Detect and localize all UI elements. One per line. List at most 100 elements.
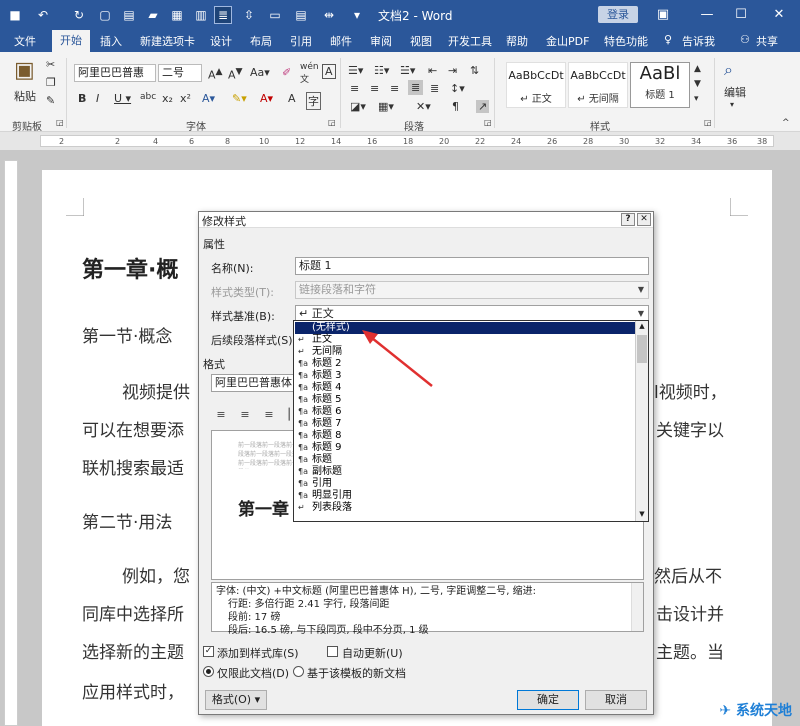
multilevel-icon[interactable]: ☱▾ [400,64,415,77]
char-border-icon[interactable]: A [322,64,336,79]
dropdown-item[interactable]: ↵ 正文 [298,334,332,346]
share-button[interactable]: 共享 [756,33,778,49]
dropdown-item[interactable]: ¶a 副标题 [298,466,342,478]
align-center-icon[interactable]: ≡ [370,82,379,95]
columns-icon[interactable]: ⇹ [320,6,338,24]
paste-icon[interactable]: ▤ [292,6,310,24]
phonetic-guide-icon[interactable]: wén 文 [300,62,319,85]
table-icon[interactable]: ▥ [192,6,210,24]
spacing-icon[interactable]: ⇳ [240,6,258,24]
based-on-dropdown-list[interactable]: (无样式) ↵ 正文 ↵ 无间隔 ¶a 标题 2 ¶a 标题 3 ¶a 标题 4 ¶a 标题… [293,320,649,522]
format-painter-icon[interactable]: ✎ [46,94,55,107]
font-select[interactable]: 阿里巴巴普惠体 [211,374,299,392]
dialog-close-icon[interactable]: ✕ [637,213,651,226]
tab-mailings[interactable]: 邮件 [330,33,352,49]
editing-dropdown-icon[interactable]: ▾ [730,100,734,109]
cut-icon[interactable]: ✂ [46,58,55,71]
superscript-icon[interactable]: x² [180,92,191,105]
styles-launcher-icon[interactable]: ◲ [704,118,712,127]
tab-new[interactable]: 新建选项卡 [140,33,195,49]
find-icon[interactable]: ⌕ [724,60,733,80]
layout-icon[interactable]: ▭ [266,6,284,24]
dropdown-item[interactable]: ¶a 标题 3 [298,370,342,382]
close-icon[interactable]: ✕ [770,6,788,24]
font-size-combo[interactable]: 二号 [158,64,202,82]
subscript-icon[interactable]: x₂ [162,92,173,105]
only-doc-radio[interactable] [203,666,214,677]
tab-tellme[interactable]: 告诉我 [682,33,715,49]
justify-icon[interactable]: ≣ [408,80,424,95]
tab-home[interactable]: 开始 [52,30,90,52]
customize-icon[interactable]: ▾ [348,6,366,24]
maximize-icon[interactable]: ☐ [732,6,750,24]
scroll-down-icon[interactable]: ▼ [637,510,647,520]
align-right-icon[interactable]: ≡ [390,82,399,95]
new-docs-radio[interactable] [293,666,304,677]
dropdown-scrollbar[interactable]: ▲ ▼ [635,321,648,521]
dropdown-item[interactable]: ¶a 明显引用 [298,490,352,502]
align-left-icon[interactable]: ≡ [211,406,231,424]
align-center-icon[interactable]: ≡ [235,406,255,424]
scroll-thumb[interactable] [637,335,647,363]
show-marks-icon[interactable]: ¶ [452,100,459,113]
help-icon[interactable]: ? [621,213,635,226]
editing-button[interactable]: 编辑 [724,84,746,100]
tab-insert[interactable]: 插入 [100,33,122,49]
dropdown-item[interactable]: ¶a 标题 8 [298,430,342,442]
login-button[interactable]: 登录 [598,6,638,23]
dropdown-item[interactable]: ↵ 列表段落 [298,502,352,514]
tab-developer[interactable]: 开发工具 [448,33,492,49]
borders-icon[interactable]: ▦▾ [378,100,394,113]
tab-design[interactable]: 设计 [210,33,232,49]
dropdown-item[interactable]: ¶a 标题 7 [298,418,342,430]
add-gallery-checkbox[interactable]: ✓ [203,646,214,657]
shading-icon[interactable]: A [288,92,296,105]
tab-kpdf[interactable]: 金山PDF [546,33,589,49]
dropdown-item[interactable]: ¶a 标题 5 [298,394,342,406]
undo-icon[interactable]: ↶ [34,6,52,24]
ok-button[interactable]: 确定 [517,690,579,710]
horizontal-ruler[interactable]: 2 2 4 6 8 10 12 14 16 18 20 22 24 26 28 … [0,132,800,150]
cancel-button[interactable]: 取消 [585,690,647,710]
align-left-icon[interactable]: ≡ [350,82,359,95]
increase-indent-icon[interactable]: ⇥ [448,64,457,77]
paragraph-launcher-icon[interactable]: ◲ [484,118,492,127]
clear-format-icon[interactable]: ✐ [282,66,291,79]
shrink-font-icon[interactable]: A▼ [228,66,243,82]
tab-references[interactable]: 引用 [290,33,312,49]
text-effects-icon[interactable]: A▾ [202,92,215,105]
styles-scroll-icon[interactable]: ▲ ▼ ▾ [694,62,701,107]
dropdown-item[interactable]: ¶a 标题 2 [298,358,342,370]
line-spacing-icon[interactable]: ↕▾ [450,82,465,95]
asian-layout-icon[interactable]: ↗ [476,100,490,113]
auto-update-checkbox[interactable] [327,646,338,657]
tab-help[interactable]: 帮助 [506,33,528,49]
paste-clipboard-icon[interactable]: ▣ [14,58,35,83]
read-mode-icon[interactable]: ≣ [214,6,232,24]
dropdown-item[interactable]: ¶a 标题 4 [298,382,342,394]
desc-scrollbar[interactable] [631,583,643,631]
enclose-char-icon[interactable]: 字 [306,92,321,110]
minimize-icon[interactable]: — [698,6,716,24]
redo-icon[interactable]: ↻ [70,6,88,24]
dropdown-item[interactable]: ↵ 无间隔 [298,346,342,358]
save-icon[interactable]: ■ [6,6,24,24]
paste-button[interactable]: 粘贴 [14,88,36,104]
dropdown-item[interactable]: ¶a 引用 [298,478,332,490]
change-case-icon[interactable]: Aa▾ [250,66,270,79]
clipboard-launcher-icon[interactable]: ◲ [56,118,64,127]
dropdown-item[interactable]: ¶a 标题 [298,454,332,466]
vertical-ruler[interactable] [4,160,18,726]
ribbon-display-icon[interactable]: ▣ [654,6,672,24]
strikethrough-icon[interactable]: abc [140,92,156,102]
highlight-icon[interactable]: ✎▾ [232,92,247,105]
font-launcher-icon[interactable]: ◲ [328,118,336,127]
grow-font-icon[interactable]: A▲ [208,66,223,82]
underline-icon[interactable]: U ▾ [114,92,131,105]
new-doc-icon[interactable]: ▤ [120,6,138,24]
share-icon[interactable]: ⚇ [740,33,750,46]
dropdown-item-selected[interactable]: (无样式) [295,322,635,334]
tab-file[interactable]: 文件 [14,33,36,49]
decrease-indent-icon[interactable]: ⇤ [428,64,437,77]
tab-layout[interactable]: 布局 [250,33,272,49]
